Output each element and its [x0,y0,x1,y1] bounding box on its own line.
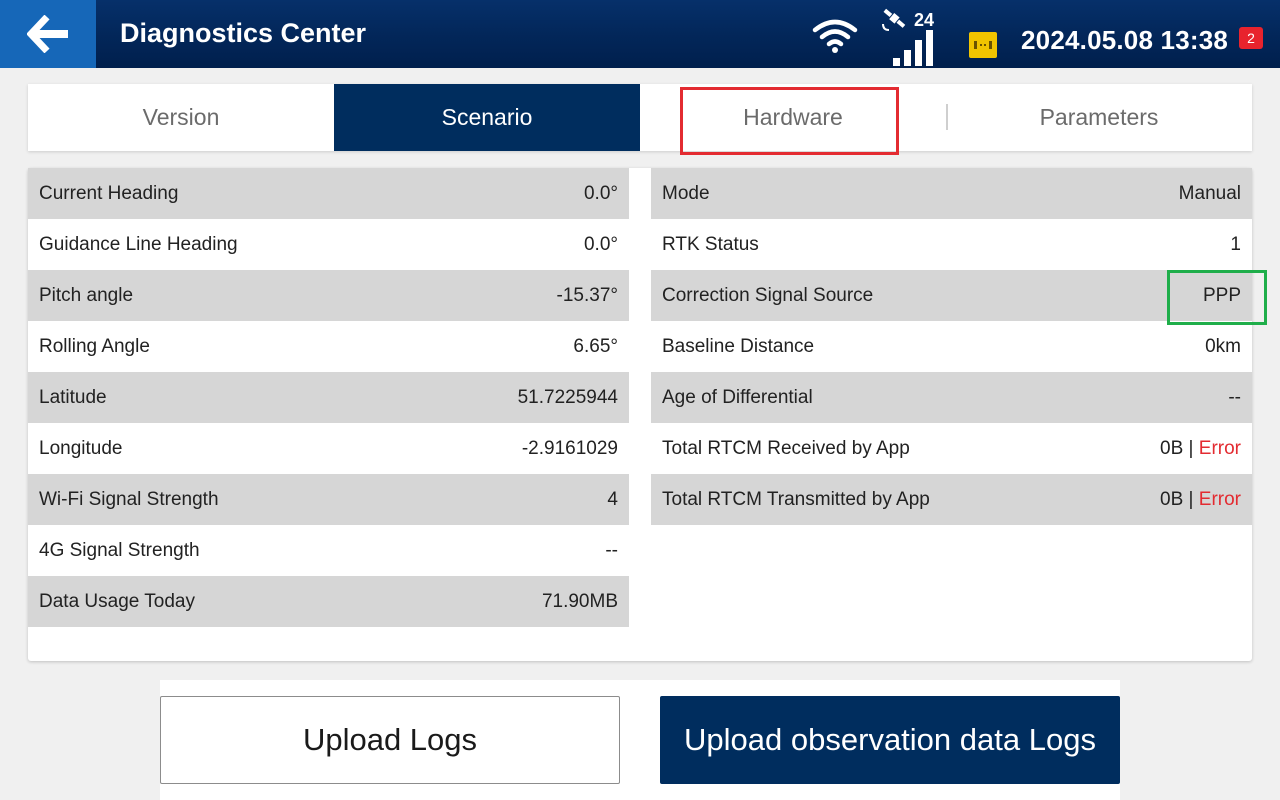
page-title: Diagnostics Center [120,18,367,48]
row-label: Age of Differential [662,386,813,408]
device-icon [969,32,997,58]
row-label: Rolling Angle [39,335,150,357]
tab-bar: Version Scenario Hardware Parameters [28,84,1252,151]
table-row: Latitude 51.7225944 [28,372,629,423]
datetime: 2024.05.08 13:38 [1021,25,1229,55]
table-row: Mode Manual [651,168,1252,219]
row-label: Correction Signal Source [662,284,874,306]
row-label: RTK Status [662,233,759,255]
row-value: 4 [607,488,618,510]
row-value: 1 [1230,233,1241,255]
table-row: RTK Status 1 [651,219,1252,270]
row-label: Pitch angle [39,284,134,306]
table-row: Total RTCM Received by App 0B | Error [651,423,1252,474]
row-label: Mode [662,182,710,204]
back-arrow-icon [27,15,68,53]
wifi-icon [812,19,858,53]
row-value: 51.7225944 [517,386,618,408]
table-row: Correction Signal Source PPP [651,270,1252,321]
row-value: Manual [1178,182,1241,204]
top-bar: Diagnostics Center 24 2024.05.08 13:38 2 [0,0,1280,68]
error-status: Error [1198,488,1241,510]
row-label: 4G Signal Strength [39,539,200,561]
tab-version[interactable]: Version [28,84,334,151]
table-row: Current Heading 0.0° [28,168,629,219]
row-label: Wi-Fi Signal Strength [39,488,219,510]
row-value: 0km [1205,335,1241,357]
row-label: Baseline Distance [662,335,815,357]
row-label: Longitude [39,437,123,459]
notification-badge[interactable]: 2 [1239,27,1263,49]
table-row: Data Usage Today 71.90MB [28,576,629,627]
row-label: Total RTCM Transmitted by App [662,488,930,510]
rtcm-transmitted-bytes: 0B [1160,488,1184,510]
table-row: Total RTCM Transmitted by App 0B | Error [651,474,1252,525]
table-row: Pitch angle -15.37° [28,270,629,321]
row-value: PPP [1202,284,1241,306]
tab-parameters-label: Parameters [1039,104,1159,130]
table-row: Guidance Line Heading 0.0° [28,219,629,270]
row-value: 0.0° [583,182,618,204]
signal-bars-icon [893,30,933,66]
table-row: 4G Signal Strength -- [28,525,629,576]
table-row: Age of Differential -- [651,372,1252,423]
tab-parameters[interactable]: Parameters [946,84,1252,151]
back-button[interactable] [0,0,96,68]
tab-scenario[interactable]: Scenario [334,84,640,151]
error-status: Error [1198,437,1241,459]
row-value: -- [1228,386,1241,408]
row-value: 0B | Error [1160,438,1241,460]
left-column: Current Heading 0.0° Guidance Line Headin… [28,168,629,627]
row-label: Latitude [39,386,107,408]
upload-logs-button[interactable]: Upload Logs [160,696,620,784]
table-row: Wi-Fi Signal Strength 4 [28,474,629,525]
row-value: -2.9161029 [521,437,618,459]
row-value: 0.0° [583,233,618,255]
table-row: Baseline Distance 0km [651,321,1252,372]
row-label: Total RTCM Received by App [662,437,910,459]
table-row: Rolling Angle 6.65° [28,321,629,372]
upload-observation-logs-button[interactable]: Upload observation data Logs [660,696,1120,784]
value-separator: | [1188,437,1194,459]
row-label: Guidance Line Heading [39,233,238,255]
right-column: Mode Manual RTK Status 1 Correction Signal… [651,168,1252,525]
table-row: Longitude -2.9161029 [28,423,629,474]
rtcm-received-bytes: 0B [1160,437,1184,459]
row-label: Data Usage Today [39,590,195,612]
row-value: 71.90MB [541,590,618,612]
row-value: -- [605,539,618,561]
row-label: Current Heading [39,182,179,204]
value-separator: | [1188,488,1194,510]
row-value: 6.65° [573,335,618,357]
tab-hardware-label: Hardware [743,104,843,130]
tab-hardware[interactable]: Hardware [640,84,946,151]
tab-divider [946,104,948,130]
row-value: 0B | Error [1160,489,1241,511]
row-value: -15.37° [556,284,618,306]
diagnostics-panel: Current Heading 0.0° Guidance Line Headin… [28,168,1252,661]
